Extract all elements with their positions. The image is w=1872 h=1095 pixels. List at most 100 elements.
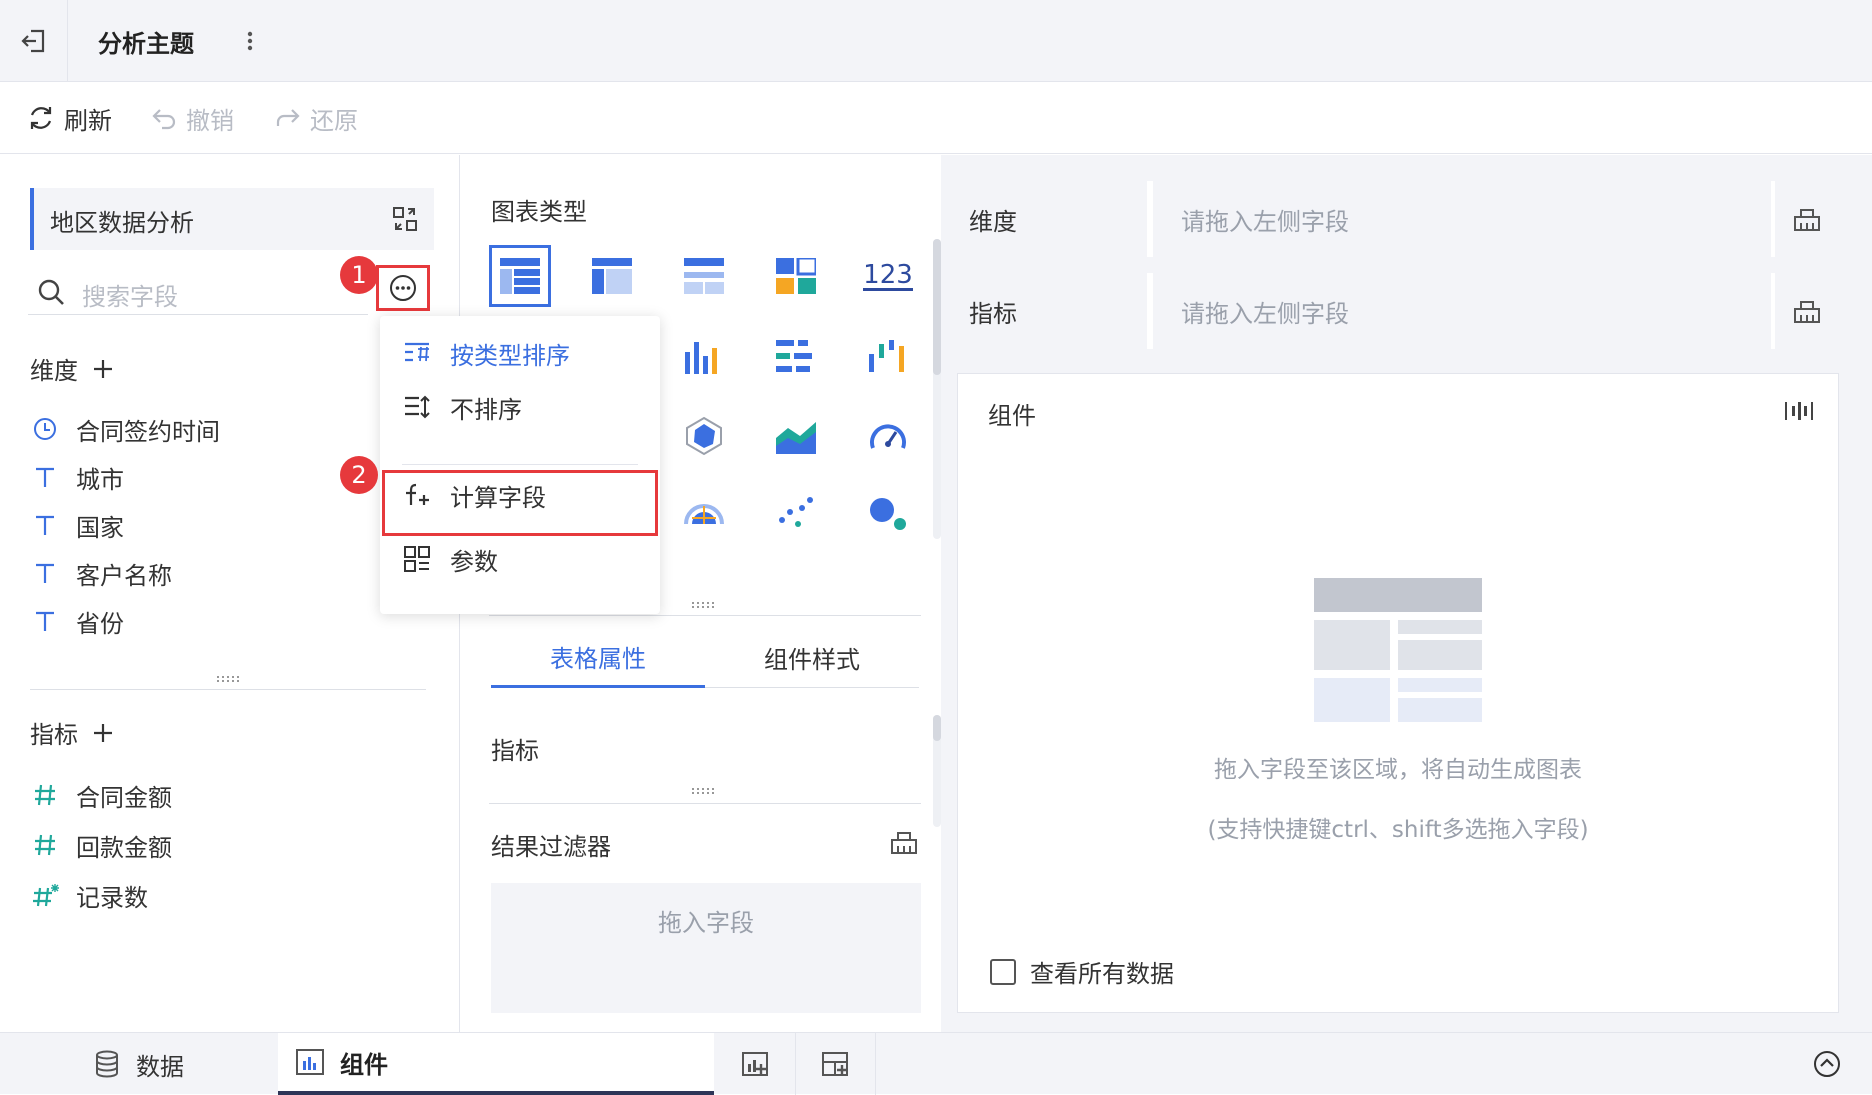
switch-dataset-icon[interactable]	[390, 204, 420, 234]
annotation-badge-2: 2	[340, 456, 378, 494]
filter-settings-icon[interactable]	[889, 827, 919, 857]
checkbox-box[interactable]	[990, 958, 1016, 985]
gauge-icon	[868, 418, 908, 454]
refresh-button[interactable]: 刷新	[26, 100, 112, 136]
chevron-up-circle-icon	[1812, 1049, 1842, 1079]
globe-icon	[684, 494, 724, 530]
number-type-icon	[30, 782, 60, 808]
tab-data[interactable]: 数据	[94, 1033, 184, 1095]
field-item[interactable]: 回款金额	[30, 825, 172, 865]
dimension-section-header: 维度	[30, 351, 114, 386]
search-input[interactable]: 搜索字段	[82, 277, 178, 312]
add-layout-button[interactable]	[796, 1033, 876, 1095]
menu-item-sort-by-type[interactable]: 按类型排序	[380, 326, 660, 380]
field-item[interactable]: 城市	[30, 457, 124, 497]
pivot-table-option[interactable]	[581, 245, 643, 307]
parameter-icon	[402, 545, 432, 573]
text-type-icon	[30, 512, 60, 538]
field-item[interactable]: 合同金额	[30, 775, 172, 815]
resize-handle[interactable]	[216, 675, 242, 683]
area-chart-icon	[776, 418, 816, 454]
scatter-icon	[776, 494, 816, 530]
canvas-panel: 维度 请拖入左侧字段 指标 请拖入左侧字段 组件 拖入字段至该区域，将自动生成图…	[941, 155, 1872, 1032]
tab-component[interactable]: 组件	[278, 1033, 714, 1095]
add-layout-icon	[821, 1050, 851, 1078]
collapse-button[interactable]	[1812, 1033, 1842, 1095]
bar-chart-option[interactable]	[673, 325, 735, 387]
exit-icon	[19, 26, 49, 56]
add-component-button[interactable]	[716, 1033, 796, 1095]
view-all-data-checkbox[interactable]: 查看所有数据	[990, 954, 1174, 989]
bubble-option[interactable]	[857, 481, 919, 543]
field-options-menu: 按类型排序 不排序 计算字段 参数	[380, 316, 660, 614]
detail-table-option[interactable]	[673, 245, 735, 307]
bar-chart-icon	[684, 338, 724, 374]
scatter-option[interactable]	[765, 481, 827, 543]
dimension-slot-label: 维度	[957, 181, 1147, 257]
metric-section-header: 指标	[30, 715, 114, 750]
search-field[interactable]: 搜索字段	[28, 267, 368, 315]
toolbar: 刷新 撤销 还原	[0, 82, 1872, 154]
redo-button[interactable]: 还原	[274, 100, 358, 136]
more-vertical-icon	[247, 31, 253, 51]
highlight-box-calculated-field	[382, 470, 658, 536]
no-sort-icon	[402, 394, 432, 420]
dataset-selector[interactable]: 地区数据分析	[30, 188, 434, 250]
menu-item-parameter[interactable]: 参数	[380, 532, 660, 586]
empty-table-illustration-icon	[1314, 578, 1482, 722]
exit-button[interactable]	[0, 0, 68, 82]
field-item[interactable]: 合同签约时间	[30, 409, 220, 449]
resize-handle[interactable]	[691, 601, 717, 609]
menu-item-no-sort[interactable]: 不排序	[380, 380, 660, 434]
card-option[interactable]	[765, 245, 827, 307]
bottom-tab-bar: 数据 组件	[0, 1032, 1872, 1095]
divider	[489, 615, 921, 616]
add-metric-icon[interactable]	[92, 722, 114, 744]
field-item[interactable]: 国家	[30, 505, 124, 545]
detail-table-icon	[684, 258, 724, 294]
dataset-name: 地区数据分析	[50, 209, 194, 237]
number-type-icon	[30, 832, 60, 858]
more-options-button[interactable]	[388, 273, 418, 303]
filter-drop-zone[interactable]: 拖入字段	[491, 883, 921, 1013]
waterfall-option[interactable]	[857, 325, 919, 387]
count-type-icon	[30, 882, 60, 908]
radar-icon	[684, 416, 724, 456]
area-chart-option[interactable]	[765, 405, 827, 467]
tab-component-style[interactable]: 组件样式	[705, 628, 919, 688]
metric-settings-button[interactable]	[1775, 273, 1839, 349]
metric-label: 指标	[491, 737, 539, 765]
field-item[interactable]: 省份	[30, 601, 124, 641]
chart-types-scrollbar[interactable]	[933, 239, 941, 539]
text-type-icon	[30, 464, 60, 490]
radar-option[interactable]	[673, 405, 735, 467]
resize-handle[interactable]	[691, 787, 717, 795]
dimension-settings-button[interactable]	[1775, 181, 1839, 257]
card-grid-icon	[776, 258, 816, 294]
dimension-drop-zone[interactable]: 请拖入左侧字段	[1153, 181, 1771, 257]
field-item[interactable]: 记录数	[30, 875, 148, 915]
table-chart-option[interactable]	[489, 245, 551, 307]
undo-icon	[150, 104, 178, 132]
bubble-icon	[868, 494, 908, 530]
text-type-icon	[30, 608, 60, 634]
align-icon[interactable]	[1784, 398, 1814, 424]
properties-scrollbar[interactable]	[933, 715, 941, 827]
add-dimension-icon[interactable]	[92, 358, 114, 380]
component-title: 组件	[988, 402, 1036, 430]
horizontal-bar-option[interactable]	[765, 325, 827, 387]
map-option[interactable]	[673, 481, 735, 543]
metric-slot: 指标 请拖入左侧字段	[957, 273, 1839, 349]
result-filter-label: 结果过滤器	[491, 833, 611, 861]
more-vertical-button[interactable]	[238, 24, 262, 58]
field-item[interactable]: 客户名称	[30, 553, 172, 593]
undo-button[interactable]: 撤销	[150, 100, 234, 136]
metric-drop-zone[interactable]: 请拖入左侧字段	[1153, 273, 1771, 349]
divider	[489, 803, 921, 804]
metric-slot-label: 指标	[957, 273, 1147, 349]
component-canvas[interactable]: 组件 拖入字段至该区域，将自动生成图表 (支持快捷键ctrl、shift多选拖入…	[957, 373, 1839, 1013]
kpi-option[interactable]: 123	[857, 245, 919, 307]
gauge-option[interactable]	[857, 405, 919, 467]
tab-table-properties[interactable]: 表格属性	[491, 628, 705, 688]
refresh-icon	[26, 103, 56, 133]
